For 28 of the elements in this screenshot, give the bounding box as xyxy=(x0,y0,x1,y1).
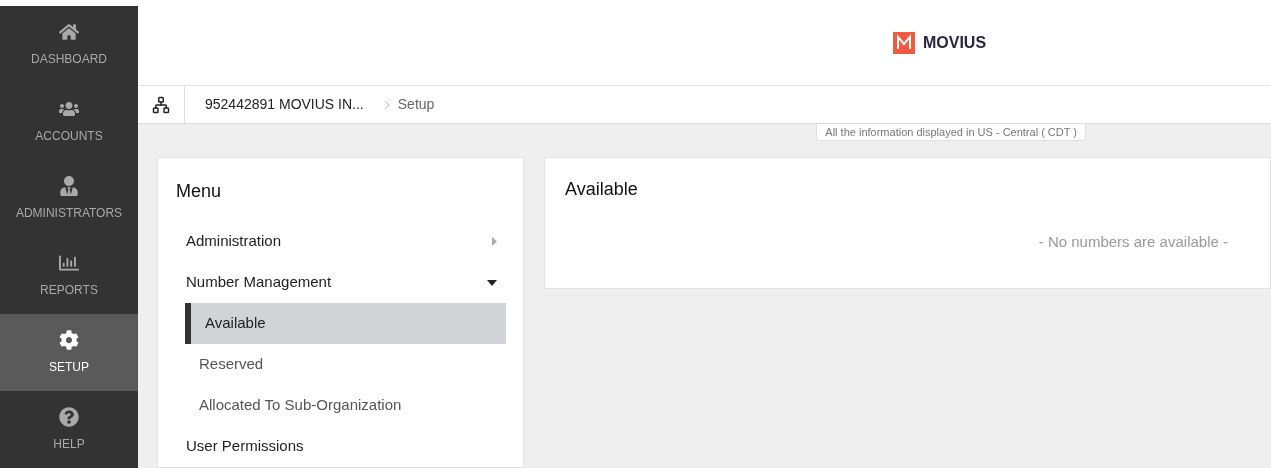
menu-item[interactable]: User Permissions xyxy=(158,426,523,467)
menu-item[interactable]: Number Management xyxy=(158,262,523,303)
sidebar-item[interactable]: REPORTS xyxy=(0,237,138,314)
person-icon xyxy=(59,175,79,196)
breadcrumb-link[interactable]: 952442891 MOVIUS IN... xyxy=(205,94,364,115)
submenu-item[interactable]: Reserved xyxy=(185,344,506,385)
settings-icon xyxy=(59,329,79,350)
timezone-note: All the information displayed in US - Central ( CDT ) xyxy=(816,124,1086,141)
caret-right-icon xyxy=(492,237,497,246)
content-title: Available xyxy=(565,178,639,201)
menu-title: Menu xyxy=(175,180,223,203)
sidebar-item[interactable]: ADMINISTRATORS xyxy=(0,160,138,237)
home-icon xyxy=(59,21,79,42)
sidebar-item[interactable]: SETUP xyxy=(0,314,138,391)
caret-down-icon xyxy=(487,279,497,286)
menu-item[interactable]: Administration xyxy=(158,221,523,262)
sidebar-item[interactable]: HELP xyxy=(0,391,138,468)
sidebar-item[interactable]: DASHBOARD xyxy=(0,6,138,83)
org-tree-icon[interactable] xyxy=(152,95,170,114)
submenu-item[interactable]: Available xyxy=(185,303,506,344)
sidebar-item[interactable]: ACCOUNTS xyxy=(0,83,138,160)
empty-message: - No numbers are available - xyxy=(1038,232,1228,252)
breadcrumb-current: Setup xyxy=(397,95,435,114)
movius-logo: MOVIUS xyxy=(892,30,987,55)
help-icon xyxy=(59,406,79,427)
submenu-item[interactable]: Allocated To Sub-Organization xyxy=(185,385,506,426)
chevron-icon xyxy=(383,99,390,110)
logo-icon xyxy=(892,31,915,54)
